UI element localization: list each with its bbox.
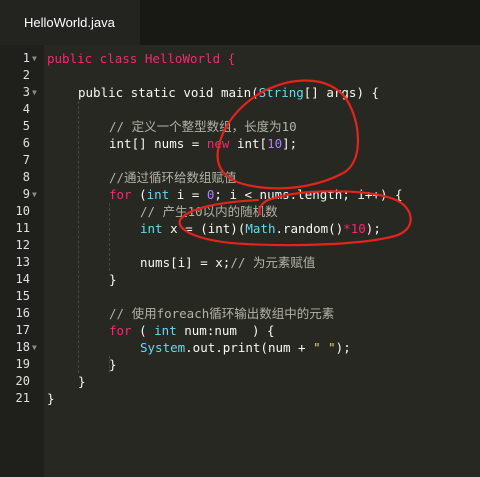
code-editor[interactable]: public class HelloWorld { public static … [47, 45, 480, 477]
fold-toggle-icon[interactable]: ▼ [32, 50, 40, 67]
code-line-3: public static void main(String[] args) { [78, 84, 379, 101]
line-number: 3 [22, 85, 30, 99]
line-number: 5 [22, 119, 30, 133]
code-token: ); [335, 340, 351, 355]
code-token: i = [169, 187, 207, 202]
code-token: public static void main( [78, 85, 259, 100]
code-token: 10 [267, 136, 283, 151]
code-token: .out.print(num + [185, 340, 314, 355]
code-token: new [206, 136, 230, 151]
code-token: Math [245, 221, 276, 236]
fold-toggle-icon[interactable]: ▼ [32, 186, 40, 203]
code-line-16: // 使用foreach循环输出数组中的元素 [109, 306, 335, 321]
line-number: 14 [15, 272, 30, 286]
code-line-6: int[] nums = new int[10]; [109, 135, 297, 152]
code-token: int[] nums = [109, 136, 207, 151]
line-number: 16 [15, 306, 30, 320]
code-token: *10 [343, 221, 366, 236]
code-token: public class HelloWorld { [47, 51, 236, 66]
code-line-14: } [109, 272, 117, 287]
line-number-gutter: 1 2 3 4 5 6 7 8 9 10 11 12 13 14 15 16 1… [0, 45, 44, 477]
line-number: 17 [15, 323, 30, 337]
code-token: " " [313, 340, 336, 355]
code-token: ]; [282, 136, 298, 151]
code-line-8: //通过循环给数组赋值 [109, 170, 237, 185]
line-number: 21 [15, 391, 30, 405]
line-number: 20 [15, 374, 30, 388]
code-token: String [258, 85, 304, 100]
line-number: 8 [22, 170, 30, 184]
line-number: 7 [22, 153, 30, 167]
indent-guide [78, 101, 79, 373]
code-token: ( [131, 187, 147, 202]
code-token: num:num ) { [176, 323, 275, 338]
code-line-10: // 产生10以内的随机数 [140, 204, 278, 219]
code-token: int [140, 221, 163, 236]
line-number: 4 [22, 102, 30, 116]
file-tab-helloworld[interactable]: HelloWorld.java [0, 0, 140, 45]
code-line-18: System.out.print(num + " "); [140, 339, 351, 356]
code-line-11: int x = (int)(Math.random()*10); [140, 220, 381, 237]
code-token: nums[i] = x; [140, 255, 231, 270]
line-number: 6 [22, 136, 30, 150]
code-token: ( [131, 323, 155, 338]
code-token: ); [365, 221, 381, 236]
file-tab-label: HelloWorld.java [24, 15, 115, 30]
line-number: 18 [15, 340, 30, 354]
line-number: 1 [22, 51, 30, 65]
code-token: int [154, 323, 177, 338]
code-token: for [109, 187, 132, 202]
code-line-9: for (int i = 0; i < nums.length; i++) { [109, 186, 403, 203]
line-number: 10 [15, 204, 30, 218]
line-number: 9 [22, 187, 30, 201]
code-token: for [109, 323, 132, 338]
code-token: [] args) { [303, 85, 380, 100]
code-token: // 为元素赋值 [230, 255, 316, 270]
code-line-13: nums[i] = x;// 为元素赋值 [140, 254, 315, 271]
code-line-1: public class HelloWorld { [47, 50, 235, 67]
fold-toggle-icon[interactable]: ▼ [32, 84, 40, 101]
line-number: 2 [22, 68, 30, 82]
line-number: 13 [15, 255, 30, 269]
code-line-20: } [78, 374, 86, 389]
fold-toggle-icon[interactable]: ▼ [32, 339, 40, 356]
code-token: System [140, 340, 186, 355]
code-token: x = (int)( [162, 221, 246, 236]
code-token: int [146, 187, 170, 202]
code-line-17: for ( int num:num ) { [109, 322, 275, 339]
indent-guide [109, 203, 110, 271]
line-number: 19 [15, 357, 30, 371]
code-line-5: // 定义一个整型数组，长度为10 [109, 119, 297, 134]
code-token: .random() [275, 221, 344, 236]
tab-bar: HelloWorld.java [0, 0, 480, 45]
line-number: 15 [15, 289, 30, 303]
line-number: 11 [15, 221, 30, 235]
code-line-19: } [109, 357, 117, 372]
line-number: 12 [15, 238, 30, 252]
code-token: int[ [229, 136, 268, 151]
code-token: ; i < nums.length; i++) { [214, 187, 403, 202]
code-line-21: } [47, 391, 55, 406]
